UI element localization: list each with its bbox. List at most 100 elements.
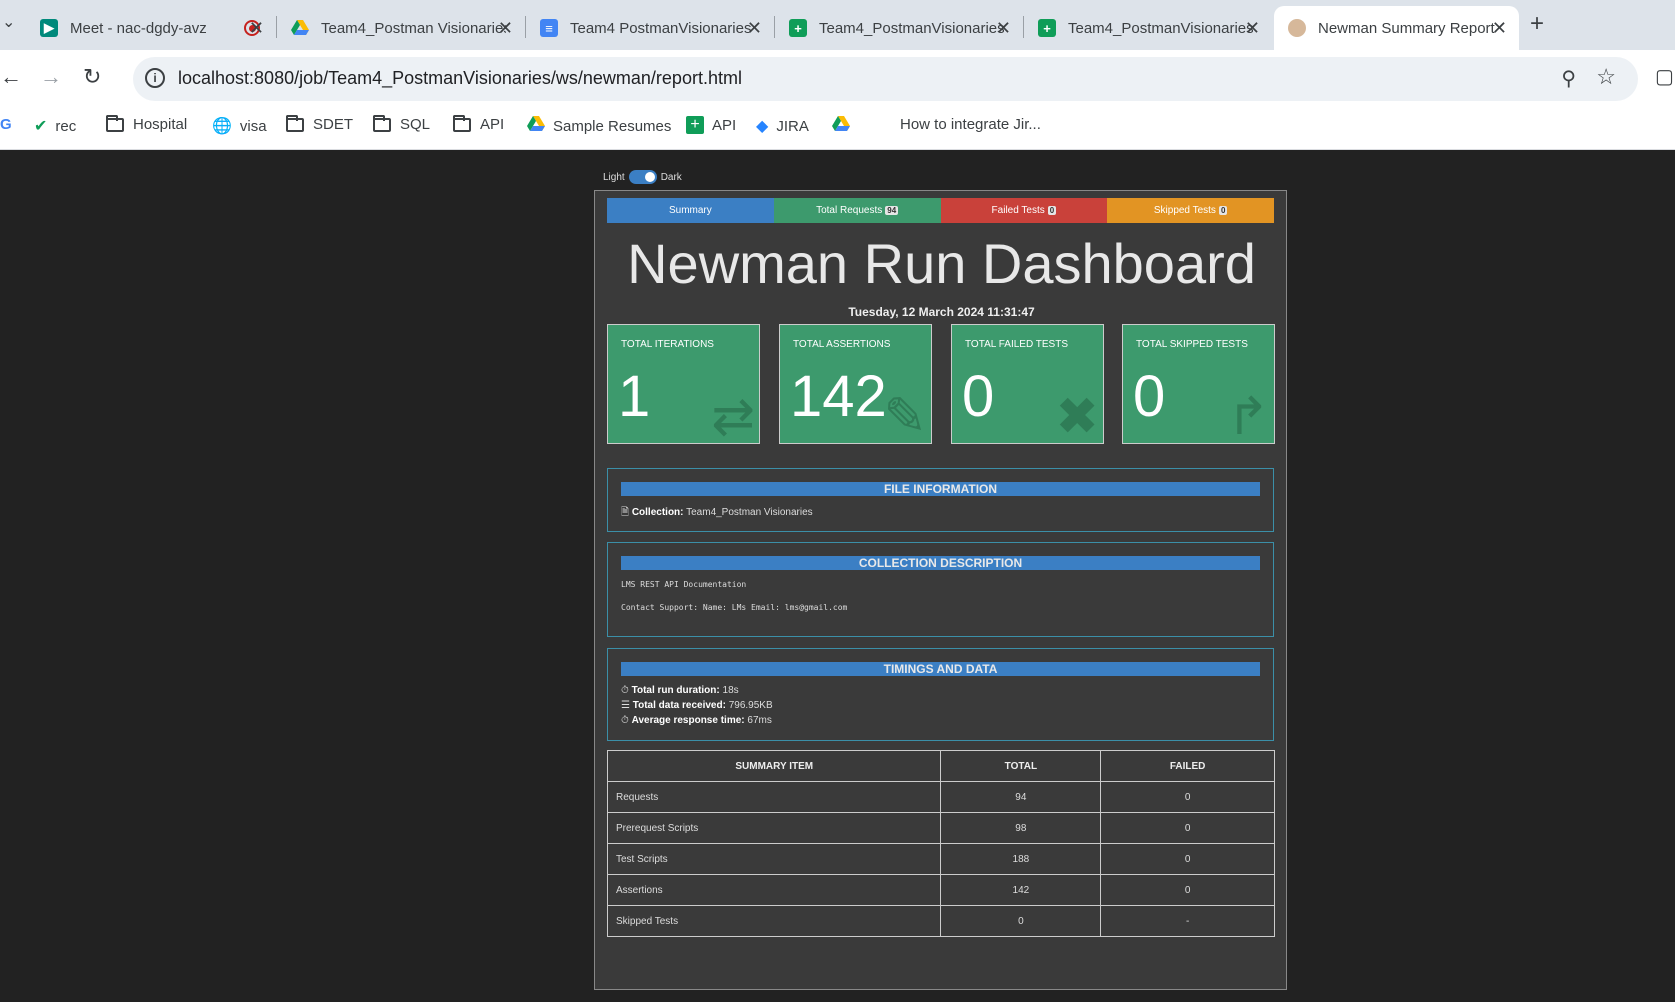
table-row: Requests 94 0: [606, 781, 1275, 813]
google-docs-icon: ≡: [540, 19, 558, 37]
close-tab-icon[interactable]: ✕: [1492, 18, 1507, 39]
timings-heading: TIMINGS AND DATA: [621, 662, 1260, 676]
theme-toggle[interactable]: Light Dark: [603, 170, 682, 184]
folder-icon: [373, 114, 391, 132]
data-received-row: ☰ Total data received: 796.95KB: [621, 700, 773, 711]
card-total-assertions: TOTAL ASSERTIONS 142 ✎: [779, 324, 932, 444]
tab-failed-tests[interactable]: Failed Tests 0: [940, 198, 1108, 223]
collection-description-section: COLLECTION DESCRIPTION LMS REST API Docu…: [607, 542, 1274, 637]
folder-icon: [106, 114, 124, 132]
header-total: TOTAL: [940, 750, 1102, 782]
pencil-icon: ✎: [883, 388, 927, 446]
database-icon: ☰: [621, 700, 630, 711]
google-meet-icon: ▶: [40, 19, 58, 37]
requests-count-badge: 94: [885, 206, 899, 215]
close-tab-icon[interactable]: ✕: [747, 18, 762, 39]
report-page: Light Dark Summary Total Requests 94 Fail…: [0, 151, 1675, 1002]
tab-docs[interactable]: ≡ Team4 PostmanVisionaries ✕: [526, 6, 774, 50]
bookmark-google[interactable]: G: [0, 116, 12, 133]
back-arrow-icon[interactable]: ←: [0, 64, 22, 90]
forward-arrow-icon[interactable]: →: [40, 64, 62, 90]
table-row: Prerequest Scripts 98 0: [606, 812, 1275, 844]
description-line-1: LMS REST API Documentation: [621, 580, 747, 589]
google-sheets-icon: +: [686, 116, 704, 134]
bookmark-drive[interactable]: [832, 116, 858, 137]
times-circle-icon: ✖: [1055, 388, 1099, 446]
bookmarks-bar: G ✔ rec Hospital 🌐 visa SDET SQL API Sampl…: [0, 108, 1675, 150]
stopwatch-icon: ⏱: [621, 685, 629, 696]
card-total-iterations: TOTAL ITERATIONS 1 ⇄: [607, 324, 760, 444]
bookmark-sample-resumes[interactable]: Sample Resumes: [527, 116, 671, 137]
tab-search-chevron-icon[interactable]: ⌄: [2, 12, 15, 32]
bookmark-sql[interactable]: SQL: [373, 114, 430, 133]
tab-sheets-1[interactable]: + Team4_PostmanVisionaries ✕: [775, 6, 1023, 50]
rec-site-icon: ✔: [34, 118, 48, 135]
tab-drive[interactable]: Team4_Postman Visionaries ✕: [277, 6, 525, 50]
close-tab-icon[interactable]: ✕: [996, 18, 1011, 39]
header-summary-item: SUMMARY ITEM: [606, 750, 942, 782]
run-date: Tuesday, 12 March 2024 11:31:47: [848, 305, 1035, 319]
card-total-failed-tests: TOTAL FAILED TESTS 0 ✖: [951, 324, 1104, 444]
description-line-2: Contact Support: Name: LMs Email: lms@gm…: [621, 603, 848, 612]
url-text[interactable]: localhost:8080/job/Team4_PostmanVisionar…: [178, 68, 742, 89]
report-nav-tabs: Summary Total Requests 94 Failed Tests 0 S…: [607, 198, 1274, 223]
skipped-count-badge: 0: [1218, 206, 1228, 215]
bookmark-visa[interactable]: 🌐 visa: [212, 116, 267, 136]
tab-total-requests[interactable]: Total Requests 94: [773, 198, 941, 223]
tab-meet[interactable]: ▶ Meet - nac-dgdy-avz ✕: [26, 6, 276, 50]
tab-summary[interactable]: Summary: [607, 198, 774, 223]
new-tab-icon[interactable]: +: [1530, 10, 1544, 38]
report-panel: Summary Total Requests 94 Failed Tests 0 S…: [594, 190, 1287, 990]
bookmark-rec[interactable]: ✔ rec: [34, 116, 76, 136]
google-drive-icon: [291, 19, 309, 37]
bookmark-star-icon[interactable]: ☆: [1596, 64, 1616, 90]
collection-row: 🗎 Collection: Team4_Postman Visionaries: [621, 507, 813, 518]
table-row: Test Scripts 188 0: [606, 843, 1275, 875]
table-row: Assertions 142 0: [606, 874, 1275, 906]
browser-toolbar: ← → ↻ i localhost:8080/job/Team4_Postman…: [0, 50, 1675, 108]
bookmark-api-sheet[interactable]: + API: [686, 116, 736, 134]
close-tab-icon[interactable]: ✕: [498, 18, 513, 39]
bookmark-sdet[interactable]: SDET: [286, 114, 353, 133]
jenkins-icon: [1288, 19, 1306, 37]
bookmark-jira[interactable]: ◆ JIRA: [756, 116, 809, 136]
jira-icon: ◆: [756, 118, 769, 135]
bookmark-api-folder[interactable]: API: [453, 114, 504, 133]
bookmark-hospital[interactable]: Hospital: [106, 114, 187, 133]
retweet-icon: ⇄: [711, 388, 755, 446]
extensions-icon[interactable]: ▢: [1655, 64, 1674, 89]
card-total-skipped-tests: TOTAL SKIPPED TESTS 0 ↱: [1122, 324, 1275, 444]
share-arrow-icon: ↱: [1226, 388, 1270, 446]
zoom-icon[interactable]: ⚲: [1561, 66, 1576, 91]
table-row: Skipped Tests 0 -: [606, 905, 1275, 937]
header-failed: FAILED: [1100, 750, 1275, 782]
stopwatch-icon: ⏱: [621, 715, 629, 726]
globe-icon: 🌐: [212, 118, 232, 135]
dashboard-title: Newman Run Dashboard: [627, 232, 1256, 295]
browser-tab-bar: ⌄ ▶ Meet - nac-dgdy-avz ✕ Team4_Postman …: [0, 0, 1675, 50]
timings-section: TIMINGS AND DATA ⏱ Total run duration: 1…: [607, 648, 1274, 741]
google-drive-icon: [832, 116, 850, 137]
close-tab-icon[interactable]: ✕: [249, 18, 264, 39]
folder-icon: [453, 114, 471, 132]
google-drive-icon: [527, 116, 545, 137]
file-information-heading: FILE INFORMATION: [621, 482, 1260, 496]
file-information-section: FILE INFORMATION 🗎 Collection: Team4_Pos…: [607, 468, 1274, 532]
summary-table: SUMMARY ITEM TOTAL FAILED Requests 94 0 …: [606, 750, 1275, 937]
google-sheets-icon: +: [789, 19, 807, 37]
theme-switch[interactable]: [628, 170, 657, 184]
tab-skipped-tests[interactable]: Skipped Tests 0: [1107, 198, 1274, 223]
reload-icon[interactable]: ↻: [83, 64, 101, 90]
folder-icon: [286, 114, 304, 132]
site-info-icon[interactable]: i: [145, 68, 165, 88]
file-icon: 🗎: [621, 507, 630, 518]
failed-count-badge: 0: [1047, 206, 1057, 215]
close-tab-icon[interactable]: ✕: [1245, 18, 1260, 39]
bookmark-jira-integration[interactable]: How to integrate Jir...: [900, 116, 1041, 133]
google-sheets-icon: +: [1038, 19, 1056, 37]
tab-sheets-2[interactable]: + Team4_PostmanVisionaries ✕: [1024, 6, 1272, 50]
tab-newman-report[interactable]: Newman Summary Report ✕: [1274, 6, 1519, 50]
address-bar[interactable]: i localhost:8080/job/Team4_PostmanVision…: [133, 57, 1638, 101]
avg-response-row: ⏱ Average response time: 67ms: [621, 715, 772, 726]
collection-description-heading: COLLECTION DESCRIPTION: [621, 556, 1260, 570]
